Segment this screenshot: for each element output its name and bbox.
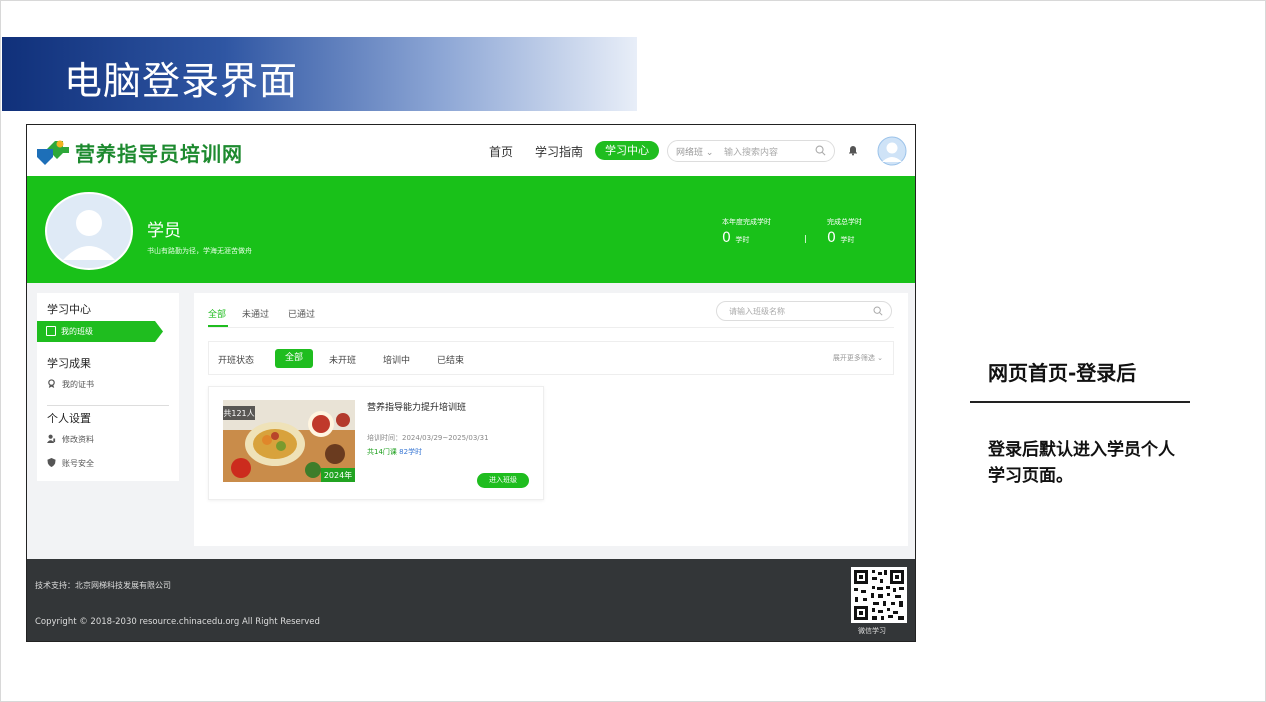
website-screenshot: 营养指导员培训网 首页 学习指南 学习中心 网络班 ⌄ 输入搜索内容 学员 书山… [26,124,916,642]
stat-year-hours: 本年度完成学时 0 学时 [722,217,771,246]
certificate-icon [48,379,55,388]
footer-copyright: Copyright © 2018-2030 resource.chinacedu… [35,617,320,627]
user-edit-icon [47,434,56,443]
stat-label: 完成总学时 [827,218,862,226]
year-tag: 2024年 [324,470,352,480]
bell-icon[interactable] [847,144,859,156]
class-panel: 全部 未通过 已通过 请输入班级名称 开班状态 全部 未开班 培训中 已结束 展… [194,293,908,546]
tab-divider [208,327,894,328]
expand-filters-button[interactable]: 展开更多筛选 ⌄ [833,353,883,363]
sidebar-item-my-class[interactable]: 我的班级 [37,321,163,342]
sidebar-heading-results: 学习成果 [47,357,91,370]
enrollment-badge: 共121人 [223,409,254,418]
tab-not-passed[interactable]: 未通过 [242,307,269,320]
slide: 电脑登录界面 营养指导员培训网 首页 学习指南 学习中心 网络班 ⌄ 输入搜索内… [0,0,1266,702]
search-icon[interactable] [873,306,883,316]
nav-guide[interactable]: 学习指南 [535,143,583,160]
sidebar: 学习中心 我的班级 学习成果 我的证书 个人设置 修改资料 账号安全 [37,293,179,481]
search-icon[interactable] [815,145,826,156]
filter-not-started[interactable]: 未开班 [329,353,356,366]
tab-all[interactable]: 全部 [208,307,226,320]
filter-in-training[interactable]: 培训中 [383,353,410,366]
filter-finished[interactable]: 已结束 [437,353,464,366]
class-cover-image[interactable]: 2024年 共121人 [223,400,355,482]
stat-label: 本年度完成学时 [722,218,771,226]
stat-unit: 学时 [735,236,750,244]
sidebar-item-account-security[interactable]: 账号安全 [47,458,94,469]
sidebar-item-edit-profile[interactable]: 修改资料 [47,434,94,445]
tab-passed[interactable]: 已通过 [288,307,315,320]
title-band: 电脑登录界面 [2,37,637,111]
site-search[interactable]: 网络班 ⌄ 输入搜索内容 [667,140,835,162]
filter-all[interactable]: 全部 [275,349,313,368]
class-title[interactable]: 营养指导能力提升培训班 [367,400,466,413]
nav-learning-center[interactable]: 学习中心 [595,141,659,160]
class-hours: 82学时 [399,448,423,456]
class-icon [46,326,56,336]
sidebar-item-label: 我的证书 [62,380,94,389]
sidebar-heading-learning-center: 学习中心 [47,303,91,316]
profile-name: 学员 [147,221,181,241]
sidebar-item-label: 账号安全 [62,459,94,468]
shield-icon [47,458,56,467]
course-count: 共14门课 [367,448,397,456]
cross-logo-icon [37,140,69,165]
footer-support: 技术支持：北京网梯科技发展有限公司 [35,581,171,590]
wechat-qr-code [851,567,907,623]
search-input[interactable]: 输入搜索内容 [724,145,778,158]
site-logo-text[interactable]: 营养指导员培训网 [75,138,243,167]
qr-label: 微信学习 [858,627,886,635]
stat-total-hours: 完成总学时 0 学时 [827,217,862,246]
profile-banner: 学员 书山有路勤为径，学海无涯苦做舟 本年度完成学时 0 学时 完成总学时 0 … [27,176,915,283]
search-scope-select[interactable]: 网络班 ⌄ [676,145,713,158]
stat-unit: 学时 [840,236,855,244]
profile-avatar [45,192,133,270]
active-tab-indicator [208,325,228,327]
stat-value: 0 [722,230,731,246]
class-card[interactable]: 2024年 共121人 营养指导能力提升培训班 培训时间：2024/03/29~… [208,386,544,500]
sidebar-divider [47,405,169,406]
class-search[interactable]: 请输入班级名称 [716,301,892,321]
class-search-input[interactable]: 请输入班级名称 [729,306,785,317]
user-avatar-icon[interactable] [877,136,907,166]
class-time: 培训时间：2024/03/29~2025/03/31 [367,434,489,442]
nav-home[interactable]: 首页 [489,143,513,160]
sidebar-item-label: 修改资料 [62,435,94,444]
class-course-count: 共14门课 82学时 [367,447,422,457]
slide-title: 电脑登录界面 [64,59,299,103]
sidebar-item-certificates[interactable]: 我的证书 [47,379,94,390]
annotation-title: 网页首页-登录后 [988,361,1137,385]
stat-value: 0 [827,230,836,246]
annotation-rule [970,401,1190,403]
sidebar-heading-settings: 个人设置 [47,412,91,425]
top-nav: 营养指导员培训网 首页 学习指南 学习中心 网络班 ⌄ 输入搜索内容 [27,125,915,176]
profile-motto: 书山有路勤为径，学海无涯苦做舟 [147,247,252,255]
stat-divider [805,235,806,243]
enter-class-button[interactable]: 进入班级 [477,473,529,488]
filter-label: 开班状态 [218,356,255,366]
status-filter-bar: 开班状态 全部 未开班 培训中 已结束 展开更多筛选 ⌄ [208,341,894,375]
site-footer: 技术支持：北京网梯科技发展有限公司 Copyright © 2018-2030 … [27,559,915,641]
annotation-text: 登录后默认进入学员个人学习页面。 [988,440,1175,486]
sidebar-item-label: 我的班级 [61,327,93,336]
